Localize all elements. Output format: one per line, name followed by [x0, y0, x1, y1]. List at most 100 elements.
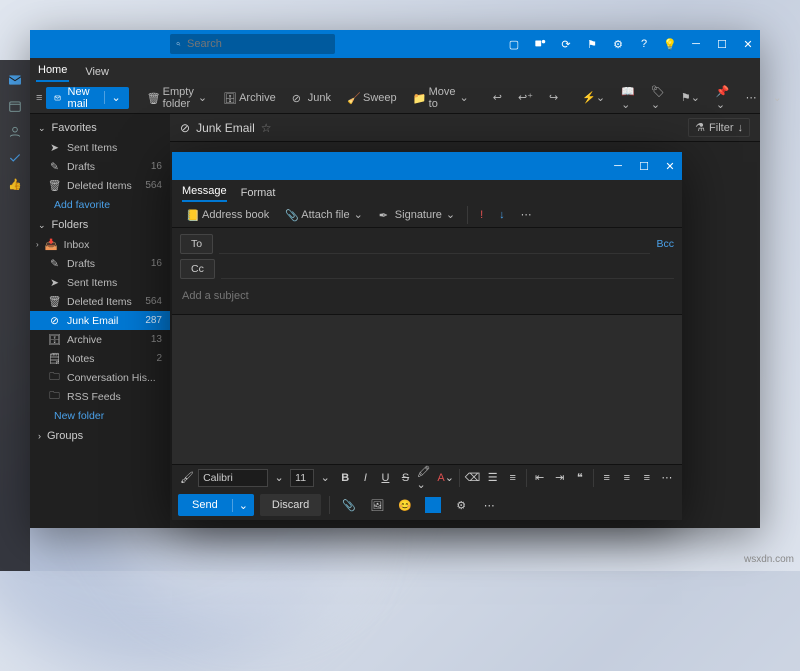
sidebar-item-junk[interactable]: ⊘Junk Email287	[30, 311, 170, 330]
star-icon[interactable]: ☆	[261, 121, 272, 135]
compose-body[interactable]	[172, 315, 682, 464]
calendar-icon[interactable]	[7, 98, 23, 114]
new-mail-split[interactable]: ⌄	[104, 91, 120, 104]
tab-view[interactable]: View	[83, 62, 111, 82]
check-icon[interactable]	[7, 150, 23, 166]
pin-button[interactable]: 📌⌄	[710, 87, 736, 109]
italic-button[interactable]: I	[356, 468, 374, 488]
flag-button[interactable]: ⚑⌄	[675, 87, 706, 109]
sidebar-item-drafts[interactable]: ✎Drafts16	[30, 157, 170, 176]
minimize-button[interactable]: ─	[606, 152, 630, 180]
sidebar-item-rss[interactable]: 🗀RSS Feeds	[30, 387, 170, 406]
clear-format-button[interactable]: ⌫	[464, 468, 482, 488]
minimize-button[interactable]: ─	[684, 30, 708, 58]
sidebar-item-deleted2[interactable]: 🗑Deleted Items564	[30, 292, 170, 311]
highlight-button[interactable]: 🖍⌄	[417, 468, 435, 488]
empty-folder-button[interactable]: 🗑Empty folder ⌄	[141, 87, 213, 109]
sync-icon[interactable]: ⟳	[554, 30, 578, 58]
more-icon[interactable]: ⋯	[478, 495, 500, 515]
align-left-button[interactable]: ≡	[598, 468, 616, 488]
favorites-header[interactable]: ⌄Favorites	[30, 118, 170, 138]
font-select[interactable]	[198, 469, 268, 487]
align-center-button[interactable]: ≡	[618, 468, 636, 488]
tag-button[interactable]: 🏷⌄	[645, 87, 671, 109]
sidebar-item-sent2[interactable]: ➤Sent Items	[30, 273, 170, 292]
add-favorite-link[interactable]: Add favorite	[30, 195, 170, 215]
send-button[interactable]: Send ⌄	[178, 494, 254, 516]
tab-message[interactable]: Message	[182, 182, 227, 202]
ribbon-collapse[interactable]: ⌄	[767, 87, 788, 109]
filter-button[interactable]: ⚗ Filter ↓	[688, 118, 750, 137]
bullets-button[interactable]: ☰	[484, 468, 502, 488]
close-button[interactable]: ✕	[736, 30, 760, 58]
settings-icon[interactable]: ⚙	[606, 30, 630, 58]
attach-button[interactable]: 📎Attach file ⌄	[279, 204, 369, 226]
tab-format[interactable]: Format	[241, 184, 276, 202]
strike-button[interactable]: S	[396, 468, 414, 488]
more-format-button[interactable]: ⋯	[658, 468, 676, 488]
sidebar-item-inbox[interactable]: ›📥Inbox	[30, 235, 170, 254]
archive-button[interactable]: 🗄Archive	[217, 87, 282, 109]
more-button[interactable]: ⋯	[740, 87, 763, 109]
reply-all-button[interactable]: ↩⁺	[512, 87, 539, 109]
search-box[interactable]	[170, 34, 335, 54]
sidebar-item-drafts2[interactable]: ✎Drafts16	[30, 254, 170, 273]
new-mail-button[interactable]: New mail ⌄	[46, 87, 128, 109]
groups-header[interactable]: ›Groups	[30, 426, 170, 446]
address-book-button[interactable]: 📒Address book	[180, 204, 275, 226]
new-folder-link[interactable]: New folder	[30, 406, 170, 426]
maximize-button[interactable]: ☐	[710, 30, 734, 58]
bcc-link[interactable]: Bcc	[656, 238, 674, 250]
picture-icon[interactable]: 🖼	[366, 495, 388, 515]
font-dropdown[interactable]: ⌄	[270, 468, 288, 488]
emoji-icon[interactable]: 😊	[394, 495, 416, 515]
teams-icon[interactable]	[528, 30, 552, 58]
settings-icon[interactable]: ⚙	[450, 495, 472, 515]
reply-button[interactable]: ↩	[487, 87, 508, 109]
outdent-button[interactable]: ⇤	[531, 468, 549, 488]
sidebar-item-deleted[interactable]: 🗑Deleted Items564	[30, 176, 170, 195]
subject-input[interactable]	[180, 284, 674, 308]
maximize-button[interactable]: ☐	[632, 152, 656, 180]
indent-button[interactable]: ⇥	[551, 468, 569, 488]
thumb-icon[interactable]: 👍	[7, 176, 23, 192]
to-input[interactable]	[219, 235, 650, 254]
notify-icon[interactable]: ⚑	[580, 30, 604, 58]
format-painter-icon[interactable]: 🖌	[178, 468, 196, 488]
folders-header[interactable]: ⌄Folders	[30, 215, 170, 235]
junk-button[interactable]: ⊘Junk	[286, 87, 337, 109]
bulb-icon[interactable]: 💡	[658, 30, 682, 58]
cc-input[interactable]	[221, 260, 674, 279]
present-icon[interactable]: ▢	[502, 30, 526, 58]
more-button[interactable]: ⋯	[515, 204, 538, 226]
discard-button[interactable]: Discard	[260, 494, 321, 516]
numbers-button[interactable]: ≡	[504, 468, 522, 488]
align-right-button[interactable]: ≡	[638, 468, 656, 488]
hamburger-button[interactable]: ≡	[36, 92, 42, 104]
quote-button[interactable]: ❝	[571, 468, 589, 488]
search-input[interactable]	[187, 38, 329, 50]
close-button[interactable]: ✕	[658, 152, 682, 180]
size-select[interactable]	[290, 469, 314, 487]
importance-low-button[interactable]: ↓	[493, 204, 511, 226]
mail-app-icon[interactable]	[7, 72, 23, 88]
importance-high-button[interactable]: !	[474, 204, 489, 226]
font-color-button[interactable]: A⌄	[437, 468, 455, 488]
sweep-button[interactable]: 🧹Sweep	[341, 87, 403, 109]
bold-button[interactable]: B	[336, 468, 354, 488]
forward-button[interactable]: ↪	[543, 87, 564, 109]
tab-home[interactable]: Home	[36, 60, 69, 82]
sidebar-item-archive[interactable]: 🗄Archive13	[30, 330, 170, 349]
sidebar-item-conversation[interactable]: 🗀Conversation His...	[30, 368, 170, 387]
people-icon[interactable]	[7, 124, 23, 140]
size-dropdown[interactable]: ⌄	[316, 468, 334, 488]
swatch-blue[interactable]	[422, 495, 444, 515]
send-split[interactable]: ⌄	[232, 499, 254, 512]
quick-step-button[interactable]: ⚡⌄	[576, 87, 611, 109]
read-button[interactable]: 📖⌄	[615, 87, 641, 109]
cc-button[interactable]: Cc	[180, 259, 215, 279]
sidebar-item-notes[interactable]: 🗒Notes2	[30, 349, 170, 368]
attach-icon[interactable]: 📎	[338, 495, 360, 515]
signature-button[interactable]: ✒Signature ⌄	[373, 204, 461, 226]
to-button[interactable]: To	[180, 234, 213, 254]
